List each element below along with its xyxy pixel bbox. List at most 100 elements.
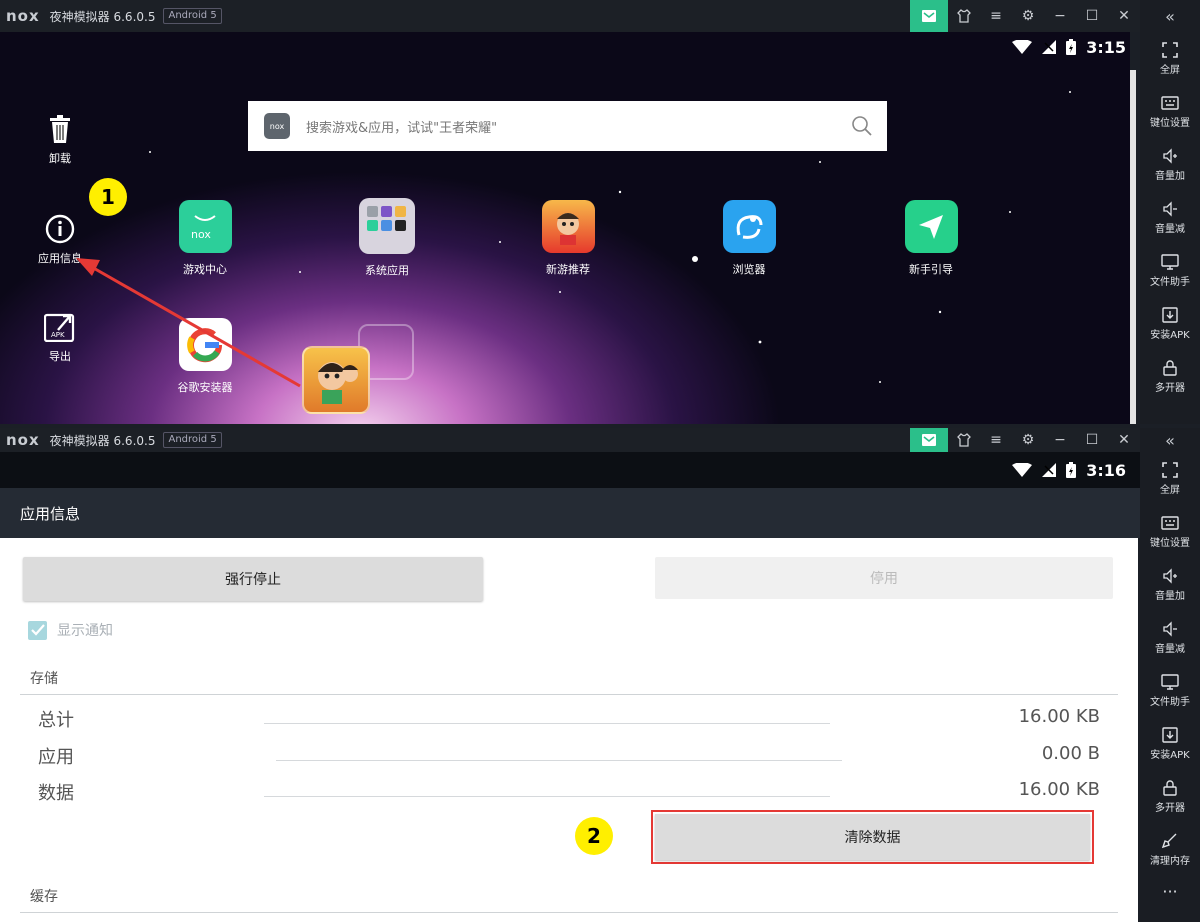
row-label: 应用 [38,747,74,768]
toolbar-label: 全屏 [1160,484,1180,496]
toolbar-more[interactable]: ··· [1140,876,1200,906]
toolbar-label: 键位设置 [1150,117,1190,129]
row-value: 16.00 KB [1018,706,1100,727]
show-notifications-label: 显示通知 [57,623,113,639]
toolbar-label: 全屏 [1160,64,1180,76]
show-notifications-checkbox[interactable]: 显示通知 [28,620,113,640]
emulator-window-bottom: nox 夜神模拟器 6.6.0.5 Android 5 ≡ ⚙ − ☐ ✕ 3:… [0,428,1200,922]
toolbar-volume-down[interactable]: 音量减 [1140,191,1200,244]
storage-section-header: 存储 [30,671,58,687]
toolbar-multi-instance[interactable]: 多开器 [1140,350,1200,403]
title-bar-controls: ≡ ⚙ − ☐ ✕ [910,428,1140,452]
red-arrow-annotation [76,258,301,388]
cache-section-header: 缓存 [30,889,58,905]
install-apk-icon [1162,306,1178,323]
battery-icon [1066,462,1077,478]
status-icons: 3:16 [1012,452,1130,488]
nox-logo: nox [6,431,40,449]
toolbar-label: 安装APK [1150,329,1190,341]
fullscreen-icon [1162,461,1178,478]
keyboard-icon [1161,515,1179,530]
title-bar: nox 夜神模拟器 6.6.0.5 Android 5 ≡ ⚙ − ☐ ✕ [0,428,1140,452]
disable-button[interactable]: 停用 [655,557,1113,599]
collapse-chevron-icon[interactable]: « [1140,428,1200,452]
status-time: 3:16 [1086,460,1126,480]
toolbar-label: 安装APK [1150,749,1190,761]
row-label: 总计 [38,710,74,731]
wifi-icon [1012,463,1033,477]
toolbar-volume-up[interactable]: 音量加 [1140,138,1200,191]
window-title: 夜神模拟器 6.6.0.5 [49,433,156,448]
row-label: 数据 [38,783,74,804]
volume-down-icon [1163,620,1177,637]
mail-icon[interactable] [910,0,948,32]
close-icon[interactable]: ✕ [1108,0,1140,32]
app-info-content: 强行停止 停用 显示通知 存储 总计 16.00 KB 应用 0.00 B 数据… [0,538,1138,922]
file-assistant-icon [1161,673,1179,690]
step-badge-2: 2 [575,817,613,855]
divider [20,694,1118,695]
toolbar-label: 音量加 [1155,590,1185,602]
row-value: 16.00 KB [1018,779,1100,800]
minimize-icon[interactable]: − [1044,428,1076,452]
toolbar-install-apk[interactable]: 安装APK [1140,717,1200,770]
android-version-badge: Android 5 [163,432,222,448]
collapse-chevron-icon[interactable]: « [1140,0,1200,32]
toolbar-file-assistant[interactable]: 文件助手 [1140,664,1200,717]
toolbar-clean-memory[interactable]: 清理内存 [1140,823,1200,876]
toolbar-label: 键位设置 [1150,537,1190,549]
nox-logo: nox [6,7,40,25]
minimize-icon[interactable]: − [1044,0,1076,32]
file-assistant-icon [1161,253,1179,270]
row-value: 0.00 B [1041,743,1100,764]
toolbar-volume-up[interactable]: 音量加 [1140,558,1200,611]
toolbar-fullscreen[interactable]: 全屏 [1140,452,1200,505]
clear-data-button[interactable]: 清除数据 [655,814,1090,860]
right-toolbar: « 全屏 键位设置 音量加 音量减 文件助手 安装APK 多开器 [1140,428,1200,922]
force-stop-button[interactable]: 强行停止 [23,557,483,601]
android-version-badge: Android 5 [163,8,222,24]
toolbar-label: 音量减 [1155,223,1185,235]
window-title: 夜神模拟器 6.6.0.5 [49,9,156,24]
settings-gear-icon[interactable]: ⚙ [1012,0,1044,32]
step-badge-1: 1 [89,178,127,216]
fullscreen-icon [1162,41,1178,58]
install-apk-icon [1162,726,1178,743]
settings-gear-icon[interactable]: ⚙ [1012,428,1044,452]
maximize-icon[interactable]: ☐ [1076,0,1108,32]
toolbar-label: 多开器 [1155,802,1185,814]
android-home-screen: 3:15 nox 搜索游戏&应用，试试"王者荣耀" 卸载 应用信息 APK 导出… [0,32,1130,424]
emulator-window-top: nox 夜神模拟器 6.6.0.5 Android 5 ≡ ⚙ − ☐ ✕ 3:… [0,0,1200,424]
maximize-icon[interactable]: ☐ [1076,428,1108,452]
menu-icon[interactable]: ≡ [980,428,1012,452]
toolbar-label: 音量加 [1155,170,1185,182]
android-status-bar: 3:16 [0,452,1140,488]
toolbar-key-mapping[interactable]: 键位设置 [1140,85,1200,138]
menu-icon[interactable]: ≡ [980,0,1012,32]
toolbar-multi-instance[interactable]: 多开器 [1140,770,1200,823]
toolbar-label: 多开器 [1155,382,1185,394]
toolbar-label: 音量减 [1155,643,1185,655]
mail-icon[interactable] [910,428,948,452]
volume-up-icon [1163,567,1177,584]
toolbar-key-mapping[interactable]: 键位设置 [1140,505,1200,558]
toolbar-label: 清理内存 [1150,855,1190,867]
toolbar-install-apk[interactable]: 安装APK [1140,297,1200,350]
app-info-header: 应用信息 [0,488,1140,538]
toolbar-fullscreen[interactable]: 全屏 [1140,32,1200,85]
toolbar-volume-down[interactable]: 音量减 [1140,611,1200,664]
toolbar-label: 文件助手 [1150,696,1190,708]
clean-memory-icon [1162,833,1177,848]
skin-shirt-icon[interactable] [948,428,980,452]
checkmark-icon [28,620,47,640]
scrollbar[interactable] [1130,70,1136,424]
toolbar-file-assistant[interactable]: 文件助手 [1140,244,1200,297]
skin-shirt-icon[interactable] [948,0,980,32]
close-icon[interactable]: ✕ [1108,428,1140,452]
divider [20,912,1118,913]
volume-up-icon [1163,147,1177,164]
title-bar: nox 夜神模拟器 6.6.0.5 Android 5 ≡ ⚙ − ☐ ✕ [0,0,1140,32]
right-toolbar: « 全屏 键位设置 音量加 音量减 文件助手 安装APK 多开器 [1140,0,1200,424]
multi-instance-icon [1163,359,1177,376]
title-bar-controls: ≡ ⚙ − ☐ ✕ [910,0,1140,32]
